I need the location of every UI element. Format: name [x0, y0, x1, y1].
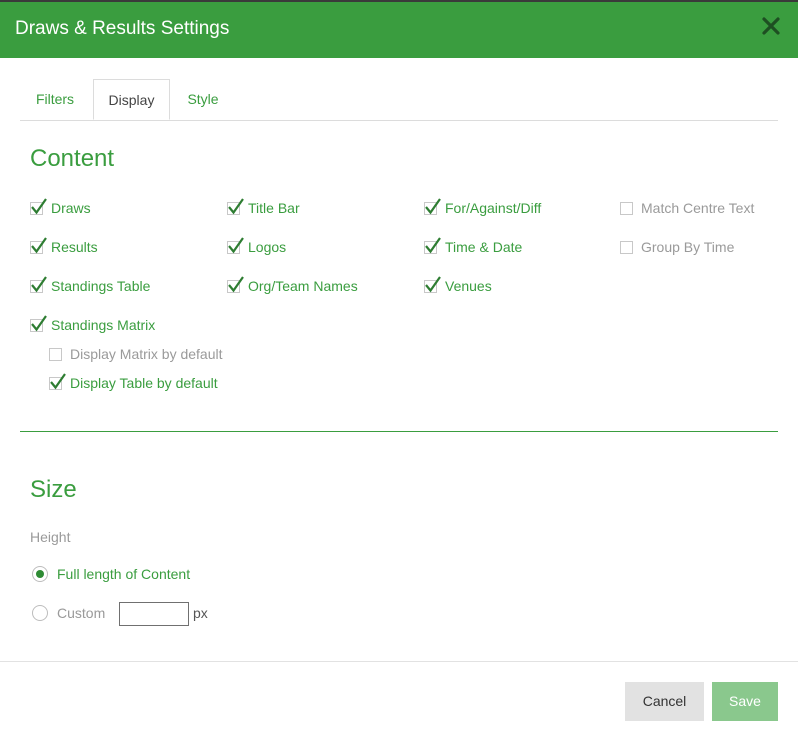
display-table-default-label: Display Table by default [70, 375, 218, 391]
dialog-title: Draws & Results Settings [15, 18, 230, 39]
tab-display[interactable]: Display [93, 79, 170, 120]
footer-divider [0, 661, 798, 662]
content-heading: Content [30, 145, 115, 172]
custom-radio[interactable]: Custom [32, 605, 105, 621]
org-team-names-label: Org/Team Names [248, 278, 358, 294]
logos-checkbox[interactable]: Logos [227, 236, 287, 257]
display-matrix-default-label: Display Matrix by default [70, 346, 223, 362]
tab-style[interactable]: Style [170, 79, 236, 120]
cancel-button[interactable]: Cancel [625, 682, 704, 721]
standings-table-label: Standings Table [51, 278, 151, 294]
venues-label: Venues [445, 278, 492, 294]
checkmark-icon [228, 197, 244, 214]
venues-checkbox[interactable]: Venues [424, 275, 492, 296]
full-length-label: Full length of Content [57, 566, 191, 582]
checkbox-box[interactable] [30, 197, 47, 215]
checkbox-box[interactable] [49, 347, 62, 361]
checkbox-box[interactable] [227, 236, 244, 254]
checkbox-box[interactable] [620, 201, 633, 215]
checkmark-icon [31, 197, 47, 214]
title-bar-label: Title Bar [248, 200, 300, 216]
group-by-time-label: Group By Time [641, 239, 735, 255]
time-date-checkbox[interactable]: Time & Date [424, 236, 523, 257]
for-against-diff-checkbox[interactable]: For/Against/Diff [424, 197, 542, 218]
match-centre-text-label: Match Centre Text [641, 200, 755, 216]
match-centre-text-checkbox[interactable]: Match Centre Text [620, 198, 754, 218]
tab-bar: Filters Display Style [20, 79, 778, 121]
checkbox-box[interactable] [30, 314, 47, 332]
checkbox-box[interactable] [227, 275, 244, 293]
height-label: Height [30, 529, 71, 545]
save-button[interactable]: Save [712, 682, 778, 721]
standings-matrix-checkbox[interactable]: Standings Matrix [30, 314, 156, 335]
results-checkbox[interactable]: Results [30, 236, 98, 257]
custom-label: Custom [57, 605, 106, 621]
dialog-header: Draws & Results Settings [0, 2, 798, 58]
px-unit-label: px [193, 605, 208, 621]
checkbox-box[interactable] [424, 236, 441, 254]
full-length-radio[interactable]: Full length of Content [32, 566, 190, 582]
checkmark-icon [425, 236, 441, 253]
checkbox-box[interactable] [30, 275, 47, 293]
checkbox-box[interactable] [227, 197, 244, 215]
group-by-time-checkbox[interactable]: Group By Time [620, 237, 734, 257]
size-heading: Size [30, 476, 77, 503]
checkmark-icon [228, 236, 244, 253]
draws-checkbox[interactable]: Draws [30, 197, 91, 218]
checkmark-icon [31, 236, 47, 253]
standings-table-checkbox[interactable]: Standings Table [30, 275, 151, 296]
time-date-label: Time & Date [445, 239, 523, 255]
org-team-names-checkbox[interactable]: Org/Team Names [227, 275, 358, 296]
results-label: Results [51, 239, 98, 255]
checkmark-icon [50, 372, 66, 389]
checkbox-box[interactable] [424, 197, 441, 215]
display-matrix-default-checkbox[interactable]: Display Matrix by default [49, 344, 223, 364]
section-divider [20, 431, 778, 432]
checkbox-box[interactable] [30, 236, 47, 254]
tab-filters[interactable]: Filters [20, 79, 90, 120]
close-icon[interactable] [760, 15, 782, 37]
checkmark-icon [425, 197, 441, 214]
standings-matrix-label: Standings Matrix [51, 317, 156, 333]
checkmark-icon [425, 275, 441, 292]
checkbox-box[interactable] [424, 275, 441, 293]
for-against-diff-label: For/Against/Diff [445, 200, 542, 216]
checkmark-icon [228, 275, 244, 292]
logos-label: Logos [248, 239, 287, 255]
title-bar-checkbox[interactable]: Title Bar [227, 197, 300, 218]
radio-selected-dot [36, 570, 44, 578]
display-table-default-checkbox[interactable]: Display Table by default [49, 372, 218, 393]
draws-label: Draws [51, 200, 91, 216]
checkmark-icon [31, 275, 47, 292]
checkmark-icon [31, 314, 47, 331]
checkbox-box[interactable] [620, 240, 633, 254]
radio-circle[interactable] [32, 605, 48, 621]
checkbox-box[interactable] [49, 372, 66, 390]
custom-height-input[interactable] [119, 602, 189, 626]
radio-circle[interactable] [32, 566, 48, 582]
